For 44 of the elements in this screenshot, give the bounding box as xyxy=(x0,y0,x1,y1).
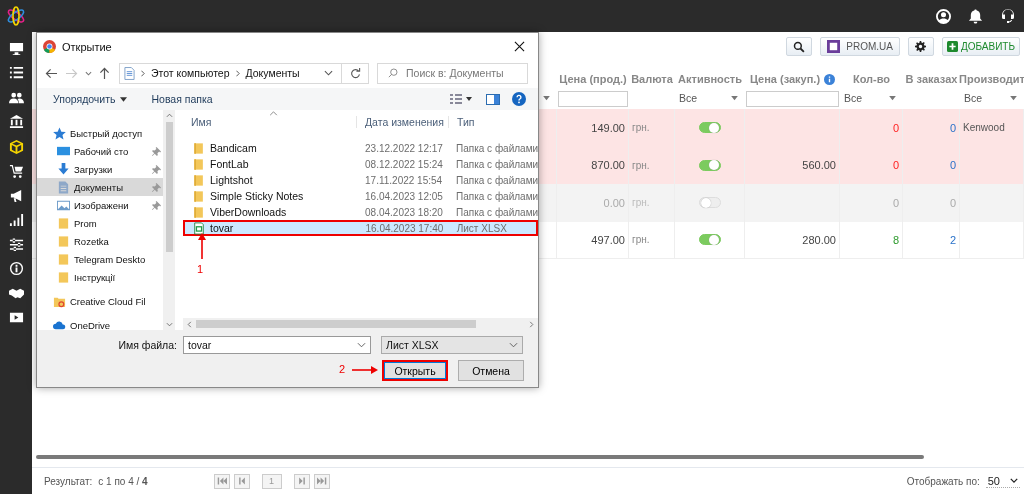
file-type: Папка с файлами xyxy=(455,190,536,202)
annotation-number: 1 xyxy=(197,263,204,275)
quantity-cell: 8 xyxy=(840,221,903,259)
file-date: 16.04.2023 17:40 xyxy=(364,222,445,234)
file-date: 08.12.2022 15:24 xyxy=(364,158,444,170)
maker-cell: Kenwood xyxy=(960,109,1024,147)
price-cell: 870.00 xyxy=(557,146,629,184)
currency-cell: грн. xyxy=(629,146,675,184)
quantity-cell: 0 xyxy=(840,146,903,184)
file-type: Папка с файлами xyxy=(455,206,536,218)
currency-cell: грн. xyxy=(629,109,675,147)
file-type: Папка с файлами xyxy=(455,142,536,154)
file-name-label: Имя файла: xyxy=(117,339,177,351)
search-placeholder: Поиск в: Документы xyxy=(406,67,504,79)
file-date: 23.12.2022 12:17 xyxy=(364,142,444,154)
annotation-number: 2 xyxy=(339,363,346,375)
in-orders-cell: 0 xyxy=(903,146,960,184)
file-name: Lightshot xyxy=(210,174,253,186)
file-name: Bandicam xyxy=(210,142,257,154)
price-cell: 149.00 xyxy=(557,109,629,147)
result-label: Результат: xyxy=(44,475,93,487)
per-page-label: Отображать по: xyxy=(906,475,980,487)
file-type: Папка с файлами xyxy=(455,158,536,170)
file-type: Лист XLSX xyxy=(455,222,508,234)
price-cell: 497.00 xyxy=(557,221,629,259)
quantity-cell: 0 xyxy=(840,109,903,147)
in-orders-cell: 0 xyxy=(903,109,960,147)
file-name: FontLab xyxy=(210,158,249,170)
currency-cell: грн. xyxy=(629,221,675,259)
in-orders-cell: 2 xyxy=(903,221,960,259)
price-cell: 0.00 xyxy=(557,184,629,222)
result-range: с 1 по 4 / 4 xyxy=(98,475,148,487)
cost-cell: 560.00 xyxy=(745,146,840,184)
file-name: ViberDownloads xyxy=(210,206,287,218)
file-date: 16.04.2023 12:05 xyxy=(364,190,444,202)
cost-cell: 280.00 xyxy=(745,221,840,259)
file-name: tovar xyxy=(210,222,234,234)
file-date: 08.04.2023 18:20 xyxy=(364,206,444,218)
dialog-title: Открытие xyxy=(62,40,112,53)
file-date: 17.11.2022 15:54 xyxy=(364,174,444,186)
file-type: Папка с файлами xyxy=(455,174,536,186)
quantity-cell: 0 xyxy=(840,184,903,222)
file-name: Simple Sticky Notes xyxy=(210,190,304,202)
in-orders-cell: 0 xyxy=(903,184,960,222)
